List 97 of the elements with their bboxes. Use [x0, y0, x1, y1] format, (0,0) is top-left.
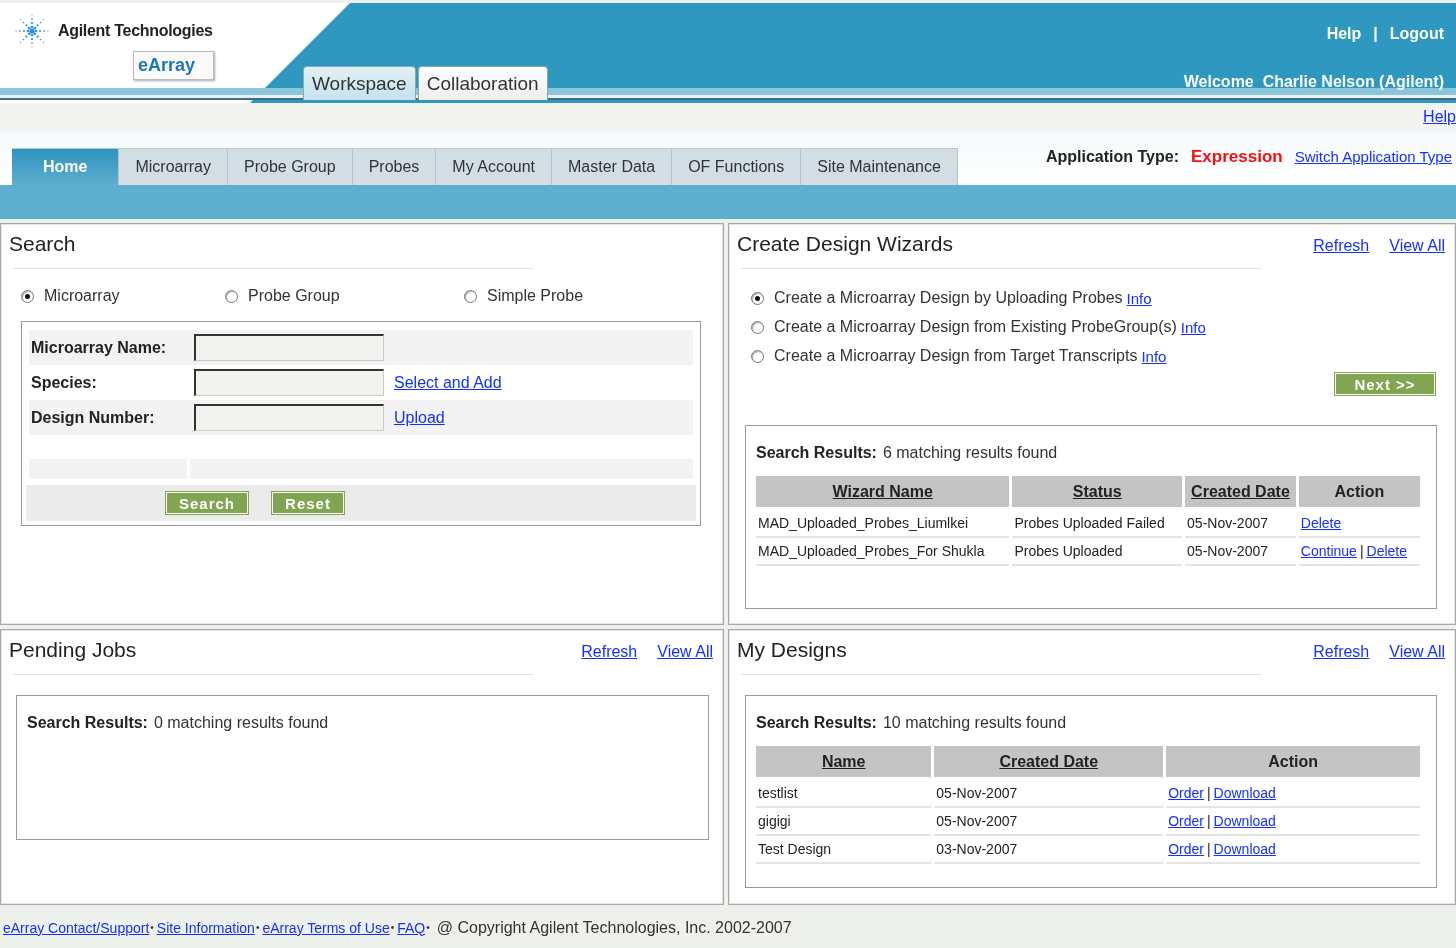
field-link[interactable]: Upload: [394, 408, 445, 427]
radio-button[interactable]: [751, 320, 764, 334]
table-cell: Probes Uploaded Failed: [1012, 510, 1183, 538]
panel-link[interactable]: View All: [657, 643, 713, 661]
table-cell: 05-Nov-2007: [934, 780, 1164, 808]
radio-button[interactable]: [751, 291, 764, 305]
results-label: Search Results:: [756, 444, 877, 462]
action-link[interactable]: Download: [1213, 841, 1276, 857]
table-cell: Test Design: [756, 836, 932, 864]
copyright-text: @ Copyright Agilent Technologies, Inc. 2002-2007: [436, 918, 792, 937]
panel-link[interactable]: Refresh: [1313, 237, 1370, 255]
results-summary: 10 matching results found: [882, 714, 1067, 732]
table-cell: MAD_Uploaded_Probes_Liumlkei: [756, 510, 1010, 538]
nav-tab[interactable]: My Account: [436, 148, 553, 185]
application-type-label: Application Type:: [1045, 148, 1179, 166]
nav-tab[interactable]: OF Functions: [672, 148, 802, 185]
action-link[interactable]: Delete: [1300, 515, 1342, 531]
input-field[interactable]: [194, 334, 384, 361]
table-cell: 05-Nov-2007: [1185, 538, 1296, 566]
table-cell: Probes Uploaded: [1012, 538, 1183, 566]
separator: •: [255, 922, 260, 933]
table-cell: MAD_Uploaded_Probes_For Shukla: [756, 538, 1010, 566]
column-header[interactable]: Created Date: [934, 746, 1164, 780]
action-link[interactable]: Order: [1168, 785, 1204, 801]
panel-title: My Designs: [737, 638, 847, 662]
separator: |: [1373, 25, 1378, 43]
separator: |: [1206, 785, 1211, 801]
field-label: Design Number:: [31, 408, 156, 427]
field-link[interactable]: Select and Add: [394, 373, 502, 392]
nav-tab[interactable]: Probe Group: [228, 148, 353, 185]
info-link[interactable]: Info: [1126, 289, 1152, 307]
column-header: Action: [1298, 476, 1420, 510]
separator: •: [390, 922, 395, 933]
search-type-radio[interactable]: Simple Probe: [464, 287, 703, 305]
panel-link[interactable]: View All: [1389, 643, 1445, 661]
table-cell: gigigi: [756, 808, 932, 836]
nav-tab[interactable]: Probes: [352, 148, 437, 185]
info-link[interactable]: Info: [1180, 318, 1206, 336]
application-type-value: Expression: [1191, 147, 1283, 167]
footer-link[interactable]: eArray Terms of Use: [262, 919, 390, 936]
results-summary: 0 matching results found: [153, 714, 329, 732]
column-header[interactable]: Name: [756, 746, 932, 780]
nav-tab[interactable]: Site Maintenance: [801, 148, 958, 185]
wizard-option[interactable]: Create a Microarray Design from Target Transcripts: [774, 347, 1138, 365]
separator: |: [1206, 841, 1211, 857]
column-header[interactable]: Wizard Name: [756, 476, 1010, 510]
nav-tab[interactable]: Microarray: [119, 148, 228, 185]
field-label: Species:: [31, 373, 98, 392]
product-logo: eArray: [133, 51, 215, 80]
separator: •: [426, 922, 430, 933]
action-link[interactable]: Download: [1213, 813, 1276, 829]
action-link[interactable]: Continue: [1300, 543, 1357, 559]
wizard-option[interactable]: Create a Microarray Design by Uploading Probes: [774, 289, 1123, 307]
table-cell: 03-Nov-2007: [934, 836, 1164, 864]
input-field[interactable]: [194, 369, 384, 396]
workspace-tab[interactable]: Workspace: [303, 66, 416, 100]
separator: •: [150, 922, 154, 933]
wizard-option[interactable]: Create a Microarray Design from Existing ProbeGroup(s): [774, 318, 1177, 336]
panel-title: Create Design Wizards: [737, 232, 953, 256]
separator: |: [1206, 813, 1211, 829]
panel-title: Pending Jobs: [9, 638, 137, 662]
input-field[interactable]: [194, 404, 384, 431]
table-cell: testlist: [756, 780, 932, 808]
panel-link[interactable]: View All: [1389, 237, 1445, 255]
table-cell: 05-Nov-2007: [1185, 510, 1296, 538]
separator: |: [1359, 543, 1364, 559]
panel-title: Search: [9, 232, 76, 256]
action-link[interactable]: Delete: [1366, 543, 1407, 559]
column-header[interactable]: Status: [1012, 476, 1183, 510]
radio-button[interactable]: [751, 349, 764, 363]
welcome-text: Welcome Charlie Nelson (Agilent): [1183, 73, 1444, 91]
switch-application-link[interactable]: Switch Application Type: [1294, 148, 1452, 165]
radio-button[interactable]: [464, 289, 477, 303]
radio-button[interactable]: [225, 289, 238, 303]
action-link[interactable]: Download: [1213, 785, 1276, 801]
results-label: Search Results:: [756, 714, 877, 732]
radio-button[interactable]: [21, 289, 34, 303]
field-label: Microarray Name:: [31, 338, 168, 357]
info-link[interactable]: Info: [1141, 347, 1167, 365]
results-label: Search Results:: [27, 714, 148, 732]
search-type-radio[interactable]: Probe Group: [225, 287, 464, 305]
panel-link[interactable]: Refresh: [1313, 643, 1370, 661]
table-cell: 05-Nov-2007: [934, 808, 1164, 836]
action-link[interactable]: Order: [1168, 813, 1204, 829]
column-header: Action: [1166, 746, 1420, 780]
help-link[interactable]: Help: [1423, 108, 1456, 126]
column-header[interactable]: Created Date: [1185, 476, 1296, 510]
footer-link[interactable]: eArray Contact/Support: [3, 919, 150, 936]
workspace-tab[interactable]: Collaboration: [417, 66, 548, 100]
footer-link[interactable]: FAQ: [397, 919, 426, 936]
nav-tab[interactable]: Master Data: [552, 148, 673, 185]
action-link[interactable]: Order: [1168, 841, 1204, 857]
search-type-radio[interactable]: Microarray: [21, 287, 225, 305]
footer-link[interactable]: Site Information: [156, 919, 255, 936]
panel-link[interactable]: Refresh: [581, 643, 638, 661]
company-name: Agilent Technologies: [58, 22, 213, 40]
results-summary: 6 matching results found: [882, 444, 1058, 462]
